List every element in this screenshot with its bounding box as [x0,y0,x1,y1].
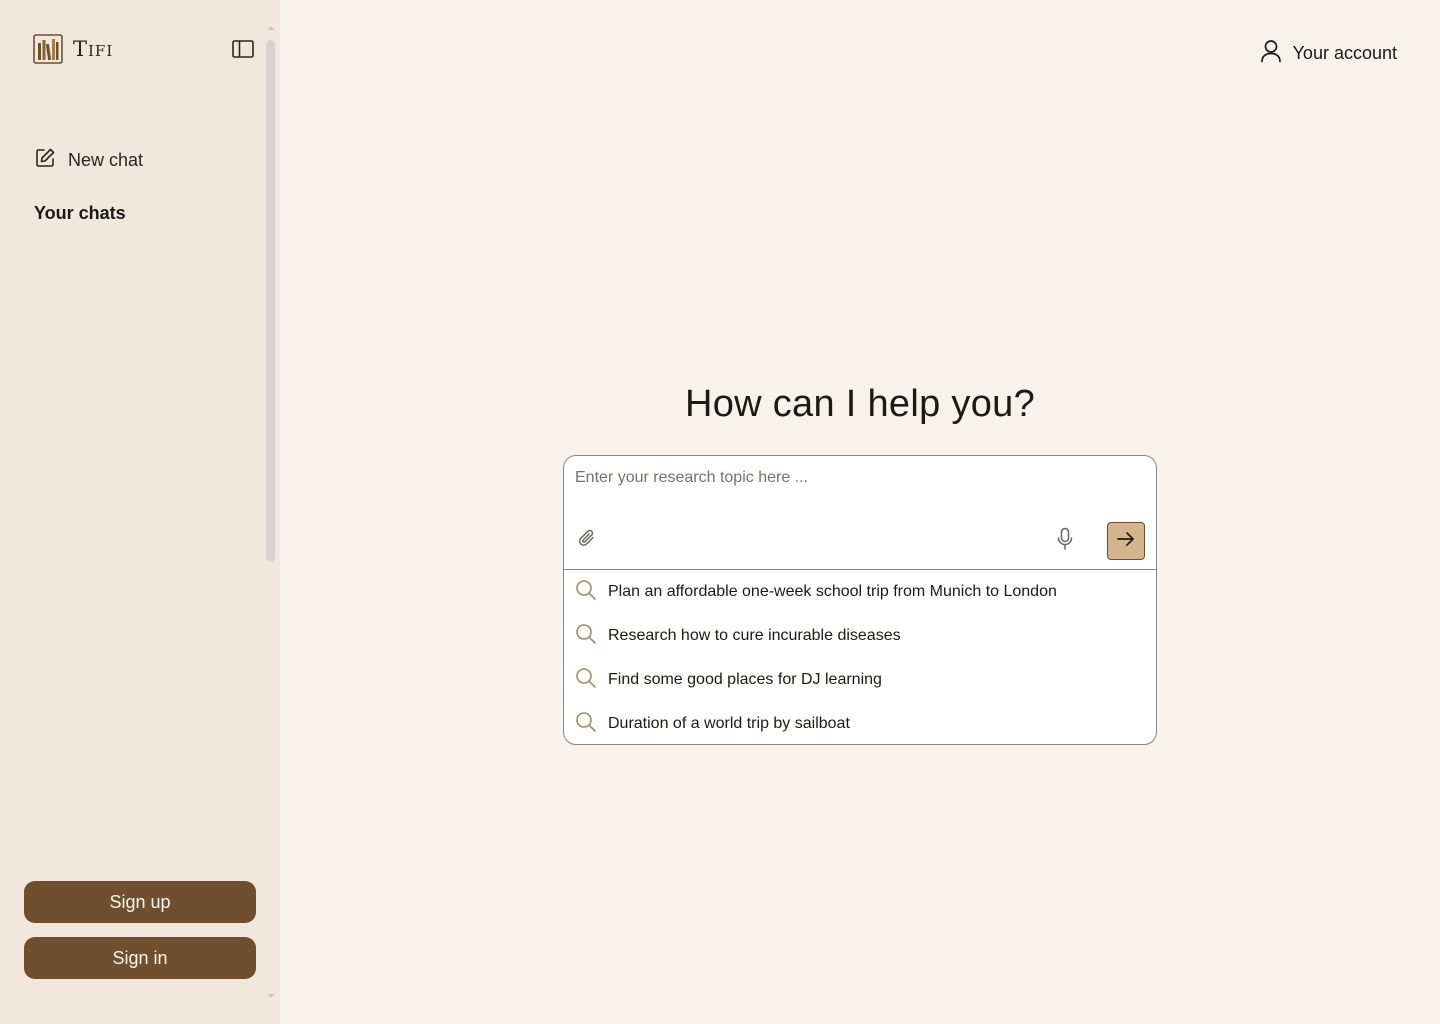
attach-button[interactable] [576,529,598,551]
suggestion-item[interactable]: Plan an affordable one-week school trip … [564,570,1156,614]
paperclip-icon [577,527,597,554]
input-area [564,456,1156,570]
scroll-thumb[interactable] [266,40,275,562]
account-label: Your account [1292,42,1397,63]
new-chat-button[interactable]: New chat [34,146,143,174]
books-logo-icon [33,34,63,64]
sidebar: Tifi New chat Your chats Sign up Sign in [0,0,280,1024]
suggestion-label: Research how to cure incurable diseases [608,627,901,644]
suggestion-list: Plan an affordable one-week school trip … [564,570,1156,744]
search-icon [575,667,597,694]
account-button[interactable]: Your account [1260,39,1397,67]
app-name: Tifi [73,37,114,61]
edit-icon [34,147,56,174]
microphone-icon [1056,527,1074,556]
new-chat-label: New chat [68,149,144,170]
send-button[interactable] [1107,522,1145,560]
suggestion-label: Duration of a world trip by sailboat [608,715,850,732]
user-icon [1260,39,1282,68]
sidebar-toggle-button[interactable] [231,39,255,63]
suggestion-label: Plan an affordable one-week school trip … [608,583,1057,600]
scroll-down-arrow[interactable] [267,994,275,998]
suggestion-item[interactable]: Find some good places for DJ learning [564,658,1156,702]
sign-in-button[interactable]: Sign in [24,937,256,979]
sidebar-scrollbar[interactable] [264,22,278,1002]
app-logo[interactable]: Tifi [33,34,113,64]
search-icon [575,579,597,606]
research-composer: Plan an affordable one-week school trip … [563,455,1157,745]
scroll-up-arrow[interactable] [267,26,275,30]
sidebar-toggle-icon [232,39,254,63]
your-chats-heading: Your chats [34,203,126,223]
search-icon [575,623,597,650]
suggestion-item[interactable]: Research how to cure incurable diseases [564,614,1156,658]
research-topic-input[interactable] [575,466,1135,490]
page-title: How can I help you? [684,383,1036,425]
arrow-right-icon [1116,531,1136,552]
search-icon [575,711,597,738]
suggestion-item[interactable]: Duration of a world trip by sailboat [564,702,1156,744]
sign-up-button[interactable]: Sign up [24,881,256,923]
suggestion-label: Find some good places for DJ learning [608,671,882,688]
microphone-button[interactable] [1054,527,1076,556]
